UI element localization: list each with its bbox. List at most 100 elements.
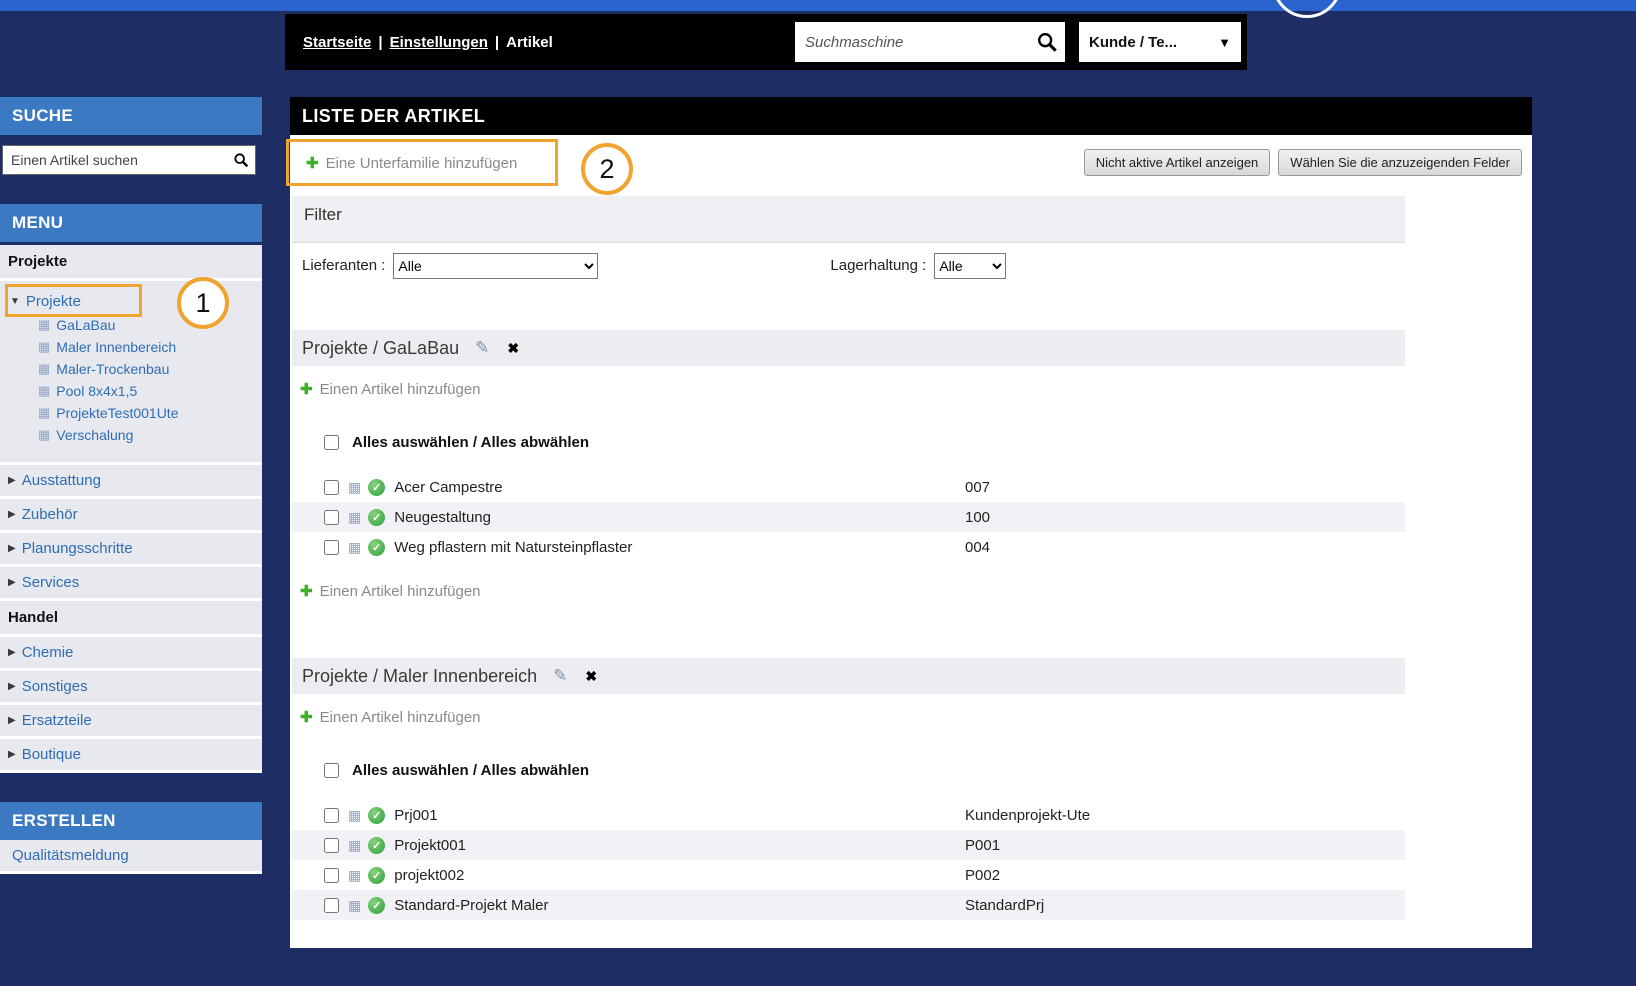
sidebar-item-boutique[interactable]: ▶Boutique — [0, 739, 262, 773]
choose-fields-button[interactable]: Wählen Sie die anzuzeigenden Felder — [1278, 149, 1522, 176]
grid-icon[interactable]: ▦ — [348, 479, 361, 496]
active-status-icon: ✓ — [368, 897, 385, 914]
tree-item-label: ProjekteTest001Ute — [56, 405, 178, 421]
grid-icon[interactable]: ▦ — [348, 867, 361, 884]
article-search-input[interactable] — [3, 152, 227, 168]
grid-icon: ▦ — [38, 383, 50, 399]
search-icon[interactable] — [1029, 22, 1065, 62]
edit-icon[interactable]: ✎ — [475, 338, 489, 358]
add-subfamily-label: Eine Unterfamilie hinzufügen — [326, 155, 518, 172]
sidebar-item-ausstattung[interactable]: ▶Ausstattung — [0, 465, 262, 499]
grid-icon[interactable]: ▦ — [348, 837, 361, 854]
row-checkbox[interactable] — [324, 540, 339, 555]
stock-label: Lagerhaltung : — [830, 257, 926, 274]
article-name: Standard-Projekt Maler — [394, 897, 548, 914]
global-search-input[interactable] — [795, 34, 1029, 51]
plus-icon: ✚ — [300, 708, 313, 726]
sidebar-menu: Projekte ▼ Projekte ▦GaLaBau ▦Maler Inne… — [0, 245, 262, 773]
breadcrumb-startseite-link[interactable]: Startseite — [303, 34, 371, 51]
plus-icon: ✚ — [300, 582, 313, 600]
row-checkbox[interactable] — [324, 868, 339, 883]
article-code: StandardPrj — [965, 897, 1044, 914]
sidebar-item-label: Boutique — [22, 746, 81, 763]
sidebar-item-sonstiges[interactable]: ▶Sonstiges — [0, 671, 262, 705]
annotation-step-1: 1 — [177, 277, 229, 329]
search-icon[interactable] — [227, 152, 255, 168]
sidebar-item-planungsschritte[interactable]: ▶Planungsschritte — [0, 533, 262, 567]
row-checkbox[interactable] — [324, 510, 339, 525]
table-row[interactable]: ▦ ✓ Acer Campestre 007 — [292, 472, 1405, 502]
annotation-step-2: 2 — [581, 143, 633, 195]
add-article-label: Einen Artikel hinzufügen — [320, 709, 481, 726]
sidebar-item-ersatzteile[interactable]: ▶Ersatzteile — [0, 705, 262, 739]
grid-icon[interactable]: ▦ — [348, 539, 361, 556]
table-row[interactable]: ▦ ✓ Neugestaltung 100 — [292, 502, 1405, 532]
top-accent-strip — [0, 0, 1636, 11]
article-search-box — [2, 145, 256, 175]
active-status-icon: ✓ — [368, 837, 385, 854]
table-row[interactable]: ▦ ✓ Prj001 Kundenprojekt-Ute — [292, 800, 1405, 830]
table-row[interactable]: ▦ ✓ Projekt001 P001 — [292, 830, 1405, 860]
grid-icon[interactable]: ▦ — [348, 509, 361, 526]
toolbar-buttons: Nicht aktive Artikel anzeigen Wählen Sie… — [1084, 149, 1522, 176]
table-row[interactable]: ▦ ✓ Standard-Projekt Maler StandardPrj — [292, 890, 1405, 920]
row-checkbox[interactable] — [324, 898, 339, 913]
triangle-right-icon: ▶ — [8, 475, 16, 486]
select-all-row: Alles auswählen / Alles abwählen — [324, 434, 589, 451]
article-code: 004 — [965, 539, 990, 556]
grid-icon: ▦ — [38, 361, 50, 377]
row-checkbox[interactable] — [324, 808, 339, 823]
sidebar-item-chemie[interactable]: ▶Chemie — [0, 637, 262, 671]
tree-node-label: Projekte — [26, 293, 81, 310]
row-checkbox[interactable] — [324, 480, 339, 495]
tree-item-maler-trockenbau[interactable]: ▦Maler-Trockenbau — [0, 358, 262, 380]
tree-item-maler-innenbereich[interactable]: ▦Maler Innenbereich — [0, 336, 262, 358]
sidebar-menu-header: MENU — [0, 204, 262, 242]
filter-title: Filter — [292, 196, 1405, 225]
suppliers-select[interactable]: Alle — [393, 253, 598, 279]
sidebar-item-label: Services — [22, 574, 80, 591]
add-article-label: Einen Artikel hinzufügen — [320, 381, 481, 398]
add-subfamily-link[interactable]: ✚ Eine Unterfamilie hinzufügen — [306, 154, 517, 172]
stock-select[interactable]: Alle — [934, 253, 1006, 279]
sidebar-item-qualitaetsmeldung[interactable]: Qualitätsmeldung — [0, 840, 262, 874]
tree-item-pool[interactable]: ▦Pool 8x4x1,5 — [0, 380, 262, 402]
article-rows: ▦ ✓ Acer Campestre 007 ▦ ✓ Neugestaltung… — [292, 472, 1405, 562]
breadcrumb-einstellungen-link[interactable]: Einstellungen — [390, 34, 488, 51]
close-icon[interactable]: ✖ — [507, 340, 519, 357]
suppliers-label: Lieferanten : — [302, 257, 385, 274]
filter-row: Lieferanten : Alle Lagerhaltung : Alle — [292, 242, 1405, 288]
edit-icon[interactable]: ✎ — [553, 666, 567, 686]
menu-group-handel: Handel — [0, 601, 262, 637]
global-search-box — [795, 22, 1065, 62]
sidebar: SUCHE MENU Projekte ▼ Projekte ▦GaLaBau … — [0, 97, 262, 874]
tree-item-verschalung[interactable]: ▦Verschalung — [0, 424, 262, 446]
sidebar-item-services[interactable]: ▶Services — [0, 567, 262, 601]
table-row[interactable]: ▦ ✓ projekt002 P002 — [292, 860, 1405, 890]
page-title: LISTE DER ARTIKEL — [290, 97, 1532, 135]
grid-icon[interactable]: ▦ — [348, 897, 361, 914]
sidebar-suche-header: SUCHE — [0, 97, 262, 135]
main-content: LISTE DER ARTIKEL ✚ Eine Unterfamilie hi… — [290, 97, 1532, 948]
row-checkbox[interactable] — [324, 838, 339, 853]
article-code: 100 — [965, 509, 990, 526]
breadcrumb-current: Artikel — [506, 34, 553, 51]
add-article-link[interactable]: ✚ Einen Artikel hinzufügen — [300, 380, 481, 398]
select-all-checkbox[interactable] — [324, 435, 339, 450]
select-all-checkbox[interactable] — [324, 763, 339, 778]
grid-icon[interactable]: ▦ — [348, 807, 361, 824]
close-icon[interactable]: ✖ — [585, 668, 597, 685]
tree-item-projektetest001ute[interactable]: ▦ProjekteTest001Ute — [0, 402, 262, 424]
sidebar-item-zubehoer[interactable]: ▶Zubehör — [0, 499, 262, 533]
article-name: Acer Campestre — [394, 479, 502, 496]
table-row[interactable]: ▦ ✓ Weg pflastern mit Natursteinpflaster… — [292, 532, 1405, 562]
select-all-label: Alles auswählen / Alles abwählen — [352, 762, 589, 779]
triangle-right-icon: ▶ — [8, 647, 16, 658]
triangle-right-icon: ▶ — [8, 715, 16, 726]
customer-dropdown[interactable]: Kunde / Te... ▼ — [1079, 22, 1241, 62]
section-maler-innenbereich: Projekte / Maler Innenbereich ✎ ✖ ✚ Eine… — [292, 658, 1405, 948]
add-article-link[interactable]: ✚ Einen Artikel hinzufügen — [300, 708, 481, 726]
grid-icon: ▦ — [38, 427, 50, 443]
add-article-link[interactable]: ✚ Einen Artikel hinzufügen — [300, 582, 481, 600]
show-inactive-button[interactable]: Nicht aktive Artikel anzeigen — [1084, 149, 1271, 176]
